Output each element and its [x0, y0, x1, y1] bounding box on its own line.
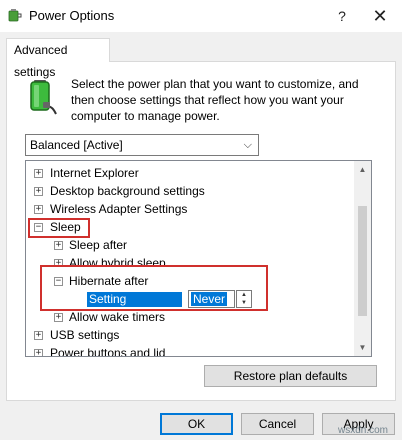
tree-item-allow-wake-timers[interactable]: + Allow wake timers — [52, 308, 332, 326]
tree-item-allow-hybrid-sleep[interactable]: + Allow hybrid sleep — [52, 254, 332, 266]
hibernate-minutes-input[interactable]: Never — [188, 290, 235, 308]
watermark: wsxdn.com — [338, 425, 389, 436]
tree-item-desktop-background[interactable]: + Desktop background settings — [32, 182, 332, 200]
window-title: Power Options — [29, 8, 115, 23]
expand-icon[interactable]: + — [34, 205, 43, 214]
close-button[interactable]: ✕ — [358, 0, 402, 32]
power-options-icon — [8, 9, 22, 22]
power-plan-value: Balanced [Active] — [30, 138, 123, 152]
hibernate-minutes-value: Never — [191, 292, 228, 306]
setting-minutes-label: Setting (Minutes): — [87, 292, 182, 321]
scrollbar-thumb[interactable] — [358, 206, 367, 316]
tree-item-hibernate-after[interactable]: − Hibernate after — [52, 272, 252, 290]
tab-advanced-settings[interactable]: Advanced settings — [6, 38, 110, 79]
tree-item-label: USB settings — [50, 328, 120, 342]
expand-icon[interactable]: + — [34, 331, 43, 340]
power-plan-select[interactable]: Balanced [Active] ⌵ — [25, 134, 259, 156]
tree-item-label: Desktop background settings — [50, 184, 205, 198]
tree-item-label: Sleep — [50, 220, 81, 234]
scroll-down-arrow-icon[interactable]: ▼ — [354, 339, 371, 356]
plan-description: Select the power plan that you want to c… — [71, 77, 359, 123]
minutes-spinner[interactable]: ▲ ▼ — [236, 290, 252, 308]
tree-item-label: Allow hybrid sleep — [69, 256, 166, 266]
tree-item-label: Sleep after — [69, 238, 128, 252]
title-bar: Power Options ? ✕ — [0, 0, 402, 32]
tree-item-power-buttons[interactable]: + Power buttons and lid — [32, 344, 332, 356]
tree-item-sleep[interactable]: − Sleep — [32, 218, 332, 236]
expand-icon[interactable]: + — [54, 241, 63, 250]
spin-up-arrow-icon[interactable]: ▲ — [237, 291, 251, 299]
expand-icon[interactable]: + — [54, 313, 63, 322]
tree-item-label: Wireless Adapter Settings — [50, 202, 188, 216]
tree-item-sleep-after[interactable]: + Sleep after — [52, 236, 332, 254]
tree-item-internet-explorer[interactable]: + Internet Explorer — [32, 164, 332, 182]
collapse-icon[interactable]: − — [54, 277, 63, 286]
expand-icon[interactable]: + — [34, 169, 43, 178]
tree-item-label: Internet Explorer — [50, 166, 139, 180]
ok-button[interactable]: OK — [160, 413, 233, 435]
vertical-scrollbar[interactable]: ▲ ▼ — [354, 161, 371, 356]
expand-icon[interactable]: + — [34, 187, 43, 196]
collapse-icon[interactable]: − — [34, 223, 43, 232]
chevron-down-icon: ⌵ — [243, 139, 252, 151]
spin-down-arrow-icon[interactable]: ▼ — [237, 299, 251, 307]
tree-item-wireless-adapter[interactable]: + Wireless Adapter Settings — [32, 200, 332, 218]
restore-defaults-button[interactable]: Restore plan defaults — [204, 365, 377, 387]
tree-item-label: Hibernate after — [69, 274, 149, 288]
expand-icon[interactable]: + — [54, 259, 63, 266]
cancel-button[interactable]: Cancel — [241, 413, 314, 435]
tree-item-label: Power buttons and lid — [50, 346, 166, 356]
tree-item-usb-settings[interactable]: + USB settings — [32, 326, 332, 344]
expand-icon[interactable]: + — [34, 349, 43, 356]
scroll-up-arrow-icon[interactable]: ▲ — [354, 161, 371, 178]
tree-item-label: Allow wake timers — [69, 310, 166, 324]
